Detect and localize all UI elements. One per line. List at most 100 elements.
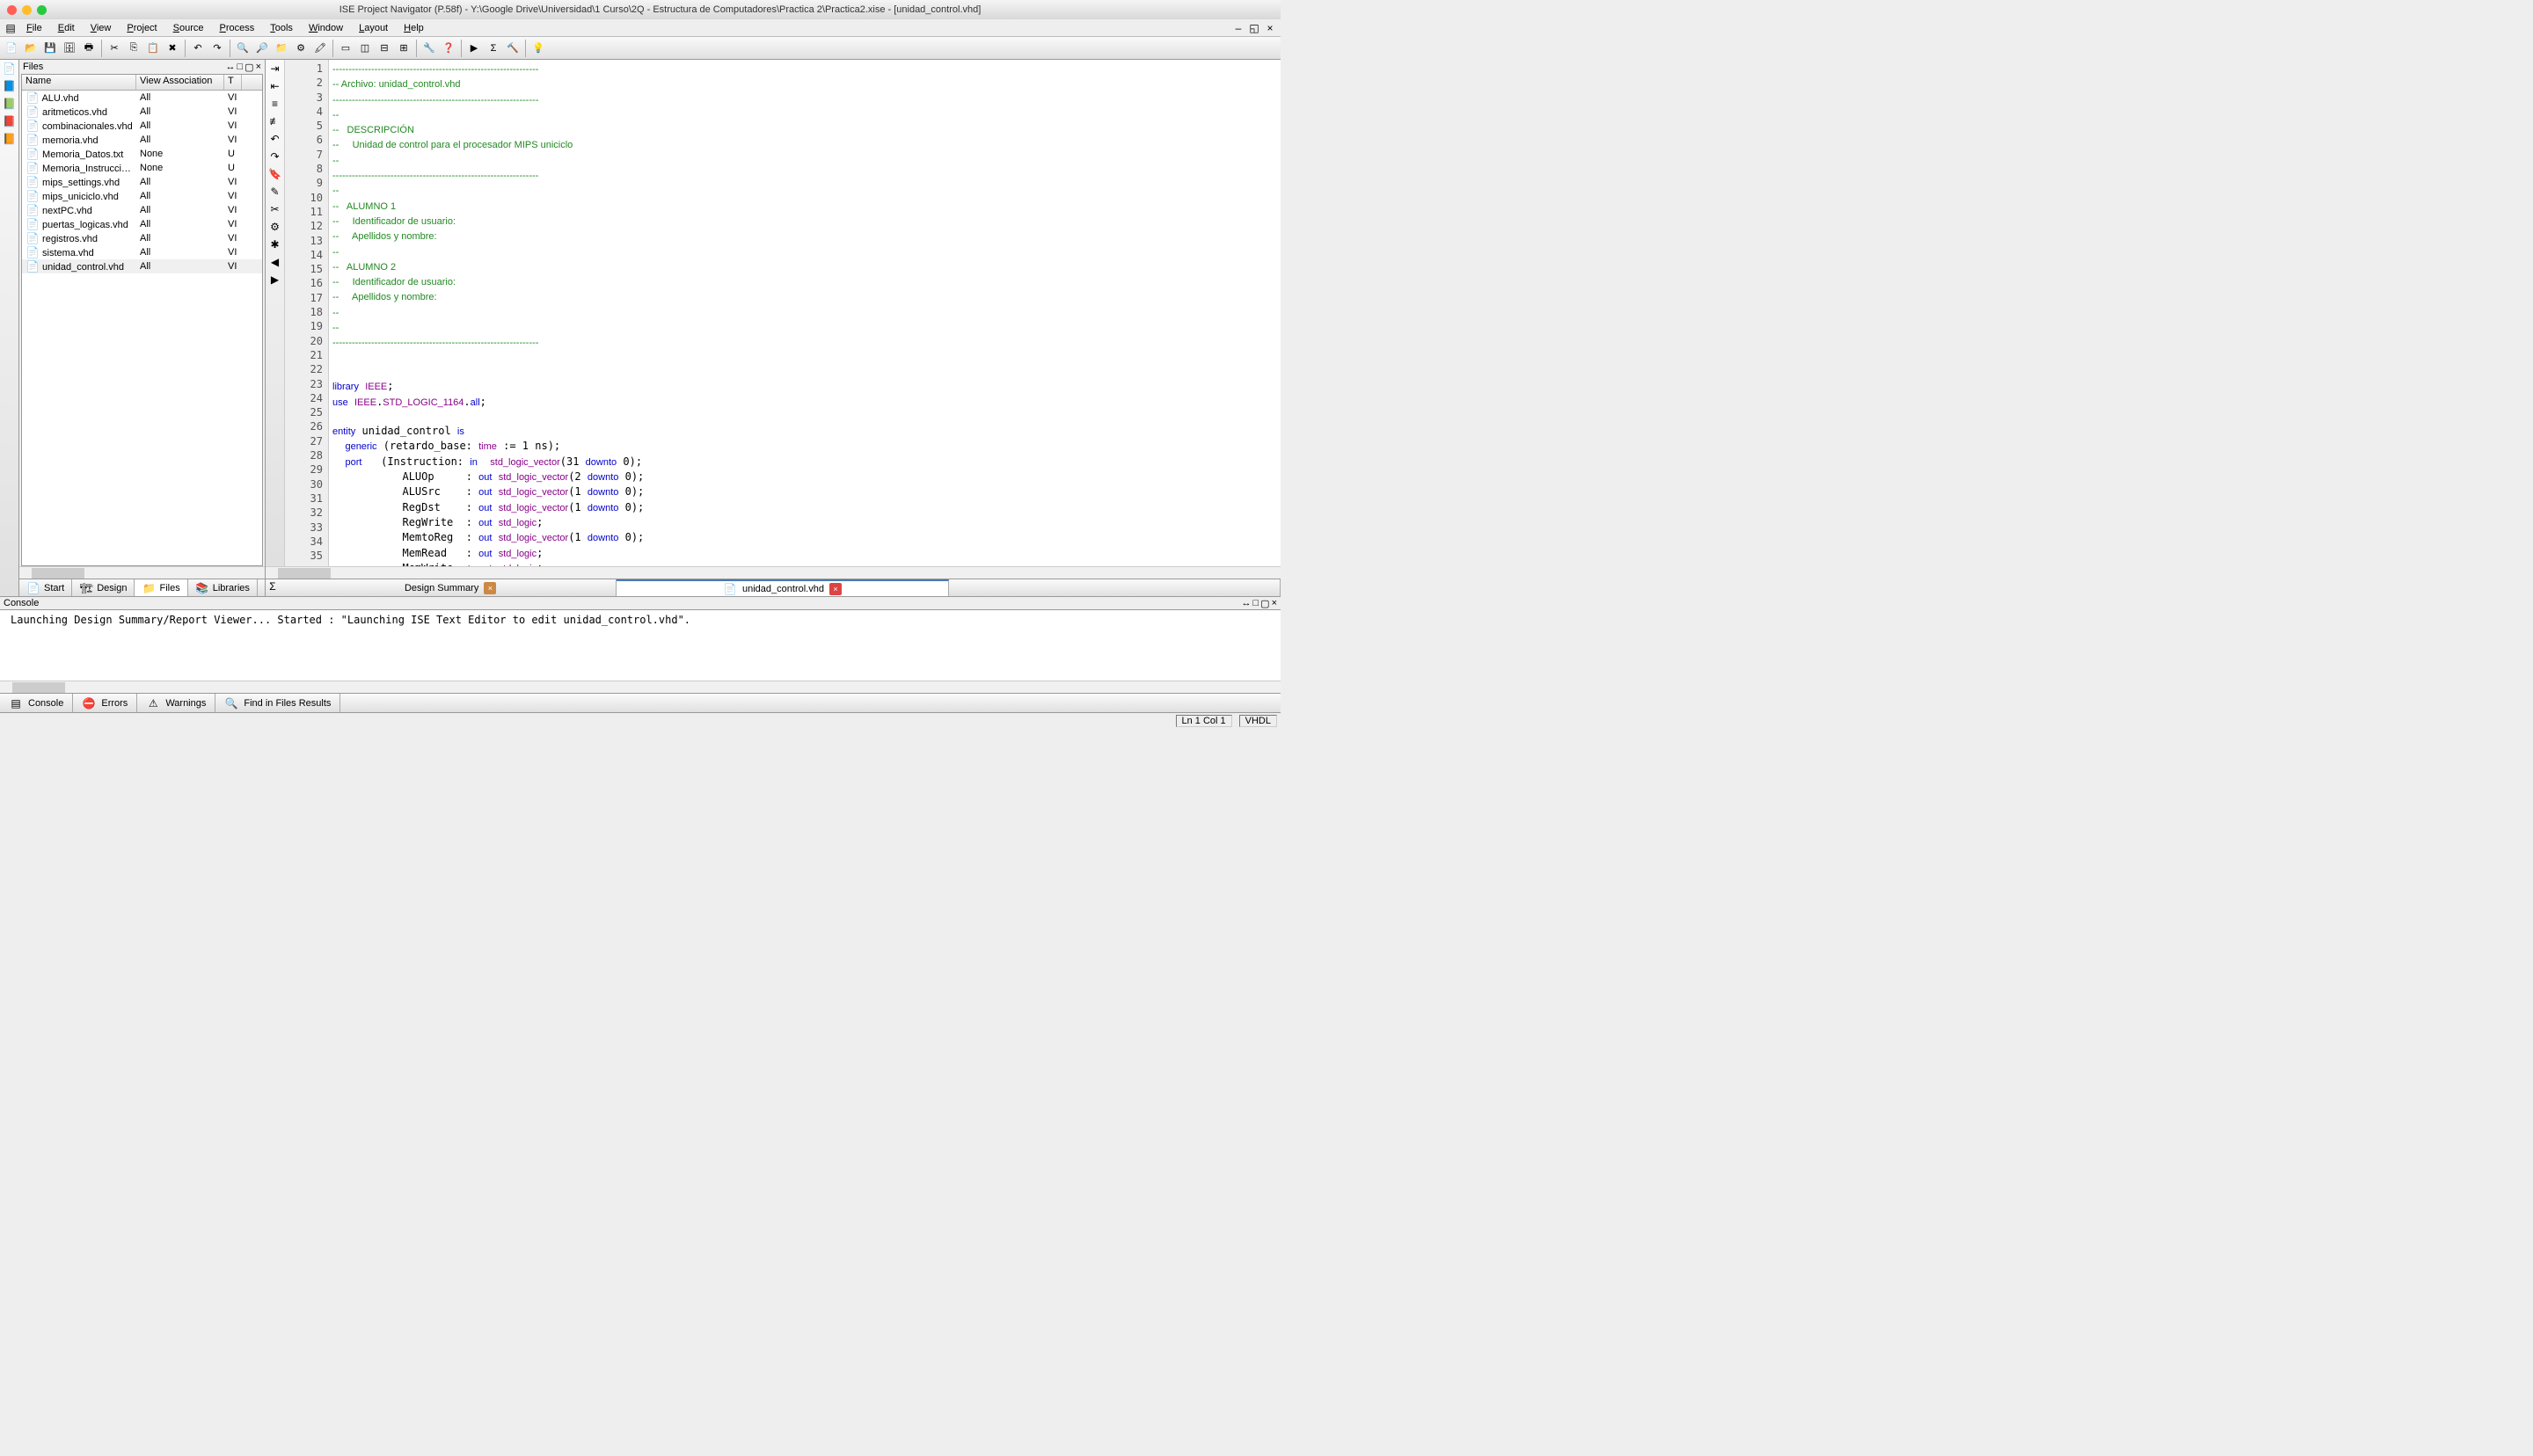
left-tab-design[interactable]: 🏗Design	[72, 579, 135, 597]
col-name[interactable]: Name	[22, 75, 136, 90]
panel-max-icon[interactable]: ▢	[245, 62, 253, 73]
nav-back-icon[interactable]: ◀	[268, 255, 282, 269]
left-tab-files[interactable]: 📁Files	[135, 579, 187, 597]
layout2-icon[interactable]: ◫	[356, 40, 374, 57]
undo-icon[interactable]: ↶	[189, 40, 207, 57]
file-row[interactable]: 📄 mips_uniciclo.vhdAllVI	[22, 189, 262, 203]
view-design-icon[interactable]: 📘	[3, 79, 17, 93]
save-icon[interactable]: 💾	[41, 40, 59, 57]
menu-window[interactable]: Window	[302, 21, 350, 35]
console-output[interactable]: Launching Design Summary/Report Viewer..…	[0, 610, 1281, 681]
sigma-icon[interactable]: Σ	[485, 40, 502, 57]
file-row[interactable]: 📄 puertas_logicas.vhdAllVI	[22, 217, 262, 231]
file-row[interactable]: 📄 Memoria_Instruccio...NoneU	[22, 161, 262, 175]
run-icon[interactable]: ▶	[465, 40, 483, 57]
bottom-tab-errors[interactable]: ⛔Errors	[73, 694, 137, 712]
code-editor[interactable]: ----------------------------------------…	[329, 60, 1281, 566]
view-lib-icon[interactable]: 📙	[3, 132, 17, 146]
file-row[interactable]: 📄 aritmeticos.vhdAllVI	[22, 105, 262, 119]
mdi-restore-icon[interactable]: ◱	[1247, 21, 1261, 35]
file-row[interactable]: 📄 nextPC.vhdAllVI	[22, 203, 262, 217]
menu-tools[interactable]: Tools	[263, 21, 300, 35]
indent-right-icon[interactable]: ⇥	[268, 62, 282, 76]
menu-project[interactable]: Project	[120, 21, 164, 35]
mdi-close-icon[interactable]: ×	[1263, 21, 1277, 35]
file-row[interactable]: 📄 combinacionales.vhdAllVI	[22, 119, 262, 133]
help-icon[interactable]: ❓	[440, 40, 457, 57]
close-window-icon[interactable]	[7, 5, 17, 15]
uncomment-icon[interactable]: ≢	[268, 114, 282, 128]
file-table[interactable]: Name View Association T 📄 ALU.vhdAllVI📄 …	[21, 74, 263, 566]
tab-design-summary[interactable]: Design Summary ×	[285, 579, 617, 596]
view-constraints-icon[interactable]: 📗	[3, 97, 17, 111]
copy-icon[interactable]: ⎘	[125, 40, 142, 57]
file-row[interactable]: 📄 sistema.vhdAllVI	[22, 245, 262, 259]
open-file-icon[interactable]: 📂	[22, 40, 40, 57]
find-icon[interactable]: 🔍	[234, 40, 252, 57]
star-icon[interactable]: ✱	[268, 237, 282, 251]
menu-view[interactable]: View	[84, 21, 119, 35]
menu-layout[interactable]: Layout	[352, 21, 395, 35]
editor-hscroll[interactable]	[266, 566, 1281, 579]
view-reports-icon[interactable]: 📕	[3, 114, 17, 128]
cut-icon[interactable]: ✂	[106, 40, 123, 57]
layout1-icon[interactable]: ▭	[337, 40, 354, 57]
tab-unidad-control[interactable]: 📄 unidad_control.vhd ×	[617, 579, 948, 596]
compile-icon[interactable]: ⚙	[292, 40, 310, 57]
console-close-icon[interactable]: ×	[1272, 598, 1277, 609]
panel-close-icon[interactable]: ×	[256, 62, 261, 73]
cog-icon[interactable]: ⚙	[268, 220, 282, 234]
minimize-window-icon[interactable]	[22, 5, 32, 15]
left-tab-start[interactable]: 📄Start	[19, 579, 72, 597]
redo-icon[interactable]: ↷	[208, 40, 226, 57]
project-browser-icon[interactable]: 📁	[273, 40, 290, 57]
maximize-window-icon[interactable]	[37, 5, 47, 15]
new-file-icon[interactable]: 📄	[3, 40, 20, 57]
close-tab-icon[interactable]: ×	[484, 582, 496, 594]
paste-icon[interactable]: 📋	[144, 40, 162, 57]
left-tab-libraries[interactable]: 📚Libraries	[188, 579, 258, 597]
col-type[interactable]: T	[224, 75, 242, 90]
tab-summary-icon[interactable]: Σ	[266, 579, 285, 596]
panel-float-icon[interactable]: □	[237, 62, 244, 73]
console-dock-icon[interactable]: ↔	[1242, 598, 1252, 609]
view-sources-icon[interactable]: 📄	[3, 62, 17, 76]
cut-edit-icon[interactable]: ✂	[268, 202, 282, 216]
bottom-tab-warnings[interactable]: ⚠Warnings	[137, 694, 215, 712]
mdi-minimize-icon[interactable]: –	[1231, 21, 1245, 35]
indent-left-icon[interactable]: ⇤	[268, 79, 282, 93]
file-row[interactable]: 📄 mips_settings.vhdAllVI	[22, 175, 262, 189]
console-float-icon[interactable]: □	[1253, 598, 1259, 609]
file-row[interactable]: 📄 ALU.vhdAllVI	[22, 91, 262, 105]
highlight-icon[interactable]: 🖍	[311, 40, 329, 57]
console-max-icon[interactable]: ▢	[1260, 598, 1269, 609]
col-view[interactable]: View Association	[136, 75, 224, 90]
file-row[interactable]: 📄 Memoria_Datos.txtNoneU	[22, 147, 262, 161]
bookmark-icon[interactable]: 🔖	[268, 167, 282, 181]
menu-source[interactable]: Source	[166, 21, 211, 35]
panel-dock-icon[interactable]: ↔	[226, 62, 236, 73]
find-files-icon[interactable]: 🔎	[253, 40, 271, 57]
menu-edit[interactable]: Edit	[51, 21, 82, 35]
menu-process[interactable]: Process	[213, 21, 262, 35]
panel-hscroll[interactable]	[19, 566, 265, 579]
menu-file[interactable]: File	[19, 21, 49, 35]
file-row[interactable]: 📄 unidad_control.vhdAllVI	[22, 259, 262, 273]
close-tab-icon[interactable]: ×	[829, 583, 842, 595]
file-row[interactable]: 📄 registros.vhdAllVI	[22, 231, 262, 245]
nav-fwd-icon[interactable]: ▶	[268, 273, 282, 287]
wrench-icon[interactable]: 🔧	[420, 40, 438, 57]
console-hscroll[interactable]	[0, 681, 1281, 693]
redo-edit-icon[interactable]: ↷	[268, 149, 282, 164]
file-row[interactable]: 📄 memoria.vhdAllVI	[22, 133, 262, 147]
implement-icon[interactable]: 🔨	[504, 40, 522, 57]
delete-icon[interactable]: ✖	[164, 40, 181, 57]
layout4-icon[interactable]: ⊞	[395, 40, 412, 57]
lightbulb-icon[interactable]: 💡	[529, 40, 547, 57]
save-all-icon[interactable]: 🗄	[61, 40, 78, 57]
print-icon[interactable]: 🖶	[80, 40, 98, 57]
bottom-tab-console[interactable]: ▤Console	[0, 694, 73, 712]
menu-help[interactable]: Help	[397, 21, 431, 35]
pencil-icon[interactable]: ✎	[268, 185, 282, 199]
undo-edit-icon[interactable]: ↶	[268, 132, 282, 146]
